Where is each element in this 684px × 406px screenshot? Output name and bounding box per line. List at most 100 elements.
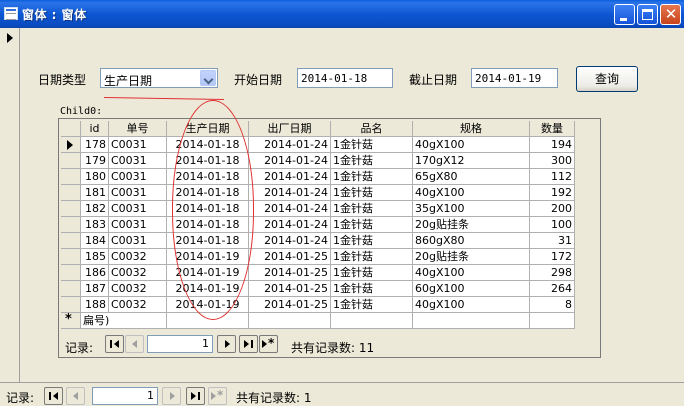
cell-product-name[interactable]: 1金针菇 bbox=[331, 265, 413, 281]
cell-order-no[interactable]: C0031 bbox=[109, 185, 167, 201]
cell-shipment-date[interactable]: 2014-01-25 bbox=[249, 265, 331, 281]
row-selector[interactable] bbox=[61, 297, 81, 313]
cell-quantity[interactable]: 172 bbox=[530, 249, 575, 265]
cell-quantity[interactable]: 264 bbox=[530, 281, 575, 297]
cell-order-no[interactable]: C0032 bbox=[109, 249, 167, 265]
cell-order-no[interactable]: C0031 bbox=[109, 169, 167, 185]
cell-quantity[interactable]: 8 bbox=[530, 297, 575, 313]
row-selector[interactable] bbox=[61, 185, 81, 201]
cell-empty[interactable] bbox=[413, 313, 530, 329]
cell-spec[interactable]: 20g贴挂条 bbox=[413, 217, 530, 233]
row-selector[interactable] bbox=[61, 169, 81, 185]
cell-empty[interactable] bbox=[530, 313, 575, 329]
previous-record-button[interactable] bbox=[125, 335, 144, 353]
column-header-order-no[interactable]: 单号 bbox=[109, 121, 167, 137]
cell-spec[interactable]: 20g贴挂条 bbox=[413, 249, 530, 265]
cell-shipment-date[interactable]: 2014-01-25 bbox=[249, 281, 331, 297]
subform-current-record-input[interactable]: 1 bbox=[147, 335, 213, 353]
row-selector[interactable] bbox=[61, 201, 81, 217]
cell-spec[interactable]: 40gX100 bbox=[413, 297, 530, 313]
cell-shipment-date[interactable]: 2014-01-24 bbox=[249, 233, 331, 249]
minimize-button[interactable] bbox=[614, 4, 635, 25]
column-header-quantity[interactable]: 数量 bbox=[530, 121, 575, 137]
cell-order-no[interactable]: C0031 bbox=[109, 137, 167, 153]
cell-empty[interactable] bbox=[331, 313, 413, 329]
cell-shipment-date[interactable]: 2014-01-24 bbox=[249, 217, 331, 233]
cell-order-no[interactable]: C0032 bbox=[109, 265, 167, 281]
next-record-button[interactable] bbox=[217, 335, 236, 353]
cell-shipment-date[interactable]: 2014-01-24 bbox=[249, 169, 331, 185]
row-selector[interactable] bbox=[61, 217, 81, 233]
corner-header[interactable] bbox=[61, 121, 81, 137]
chevron-down-icon[interactable] bbox=[200, 70, 216, 86]
cell-spec[interactable]: 40gX100 bbox=[413, 185, 530, 201]
cell-quantity[interactable]: 300 bbox=[530, 153, 575, 169]
column-header-spec[interactable]: 规格 bbox=[413, 121, 530, 137]
row-selector[interactable] bbox=[61, 265, 81, 281]
cell-order-no[interactable]: C0032 bbox=[109, 281, 167, 297]
cell-order-no[interactable]: C0031 bbox=[109, 153, 167, 169]
cell-spec[interactable]: 40gX100 bbox=[413, 265, 530, 281]
cell-quantity[interactable]: 100 bbox=[530, 217, 575, 233]
cell-quantity[interactable]: 194 bbox=[530, 137, 575, 153]
main-last-record-button[interactable] bbox=[186, 387, 205, 405]
cell-shipment-date[interactable]: 2014-01-25 bbox=[249, 249, 331, 265]
cell-product-name[interactable]: 1金针菇 bbox=[331, 201, 413, 217]
cell-spec[interactable]: 860gX80 bbox=[413, 233, 530, 249]
cell-quantity[interactable]: 298 bbox=[530, 265, 575, 281]
cell-shipment-date[interactable]: 2014-01-24 bbox=[249, 137, 331, 153]
query-button[interactable]: 查询 bbox=[576, 66, 638, 92]
cell-new-record[interactable]: 扁号) bbox=[81, 313, 167, 329]
cell-quantity[interactable]: 200 bbox=[530, 201, 575, 217]
first-record-button[interactable] bbox=[105, 335, 124, 353]
cell-id[interactable]: 178 bbox=[81, 137, 109, 153]
cell-product-name[interactable]: 1金针菇 bbox=[331, 217, 413, 233]
main-previous-record-button[interactable] bbox=[66, 387, 85, 405]
end-date-input[interactable]: 2014-01-19 bbox=[471, 68, 558, 88]
cell-order-no[interactable]: C0031 bbox=[109, 217, 167, 233]
cell-spec[interactable]: 35gX100 bbox=[413, 201, 530, 217]
new-record-selector[interactable]: * bbox=[61, 313, 81, 329]
cell-id[interactable]: 185 bbox=[81, 249, 109, 265]
column-header-product-name[interactable]: 品名 bbox=[331, 121, 413, 137]
main-new-record-button[interactable]: * bbox=[208, 387, 227, 405]
cell-product-name[interactable]: 1金针菇 bbox=[331, 185, 413, 201]
cell-order-no[interactable]: C0031 bbox=[109, 201, 167, 217]
row-selector[interactable] bbox=[61, 153, 81, 169]
main-next-record-button[interactable] bbox=[162, 387, 181, 405]
form-record-selector[interactable] bbox=[0, 28, 20, 382]
new-record-button[interactable]: * bbox=[259, 335, 278, 353]
cell-id[interactable]: 186 bbox=[81, 265, 109, 281]
cell-quantity[interactable]: 31 bbox=[530, 233, 575, 249]
cell-id[interactable]: 180 bbox=[81, 169, 109, 185]
form-window-icon[interactable] bbox=[4, 7, 18, 20]
close-button[interactable]: ✕ bbox=[660, 4, 681, 25]
row-selector[interactable] bbox=[61, 233, 81, 249]
cell-id[interactable]: 183 bbox=[81, 217, 109, 233]
row-selector[interactable] bbox=[61, 281, 81, 297]
cell-order-no[interactable]: C0031 bbox=[109, 233, 167, 249]
maximize-button[interactable] bbox=[637, 4, 658, 25]
date-type-combo[interactable]: 生产日期 bbox=[100, 68, 218, 88]
cell-id[interactable]: 182 bbox=[81, 201, 109, 217]
row-selector[interactable] bbox=[61, 137, 81, 153]
cell-product-name[interactable]: 1金针菇 bbox=[331, 137, 413, 153]
cell-spec[interactable]: 65gX80 bbox=[413, 169, 530, 185]
cell-id[interactable]: 188 bbox=[81, 297, 109, 313]
main-first-record-button[interactable] bbox=[44, 387, 63, 405]
cell-id[interactable]: 187 bbox=[81, 281, 109, 297]
cell-quantity[interactable]: 192 bbox=[530, 185, 575, 201]
cell-quantity[interactable]: 112 bbox=[530, 169, 575, 185]
cell-shipment-date[interactable]: 2014-01-24 bbox=[249, 185, 331, 201]
cell-spec[interactable]: 40gX100 bbox=[413, 137, 530, 153]
cell-shipment-date[interactable]: 2014-01-24 bbox=[249, 153, 331, 169]
cell-order-no[interactable]: C0032 bbox=[109, 297, 167, 313]
cell-shipment-date[interactable]: 2014-01-25 bbox=[249, 297, 331, 313]
column-header-shipment-date[interactable]: 出厂日期 bbox=[249, 121, 331, 137]
cell-product-name[interactable]: 1金针菇 bbox=[331, 233, 413, 249]
cell-product-name[interactable]: 1金针菇 bbox=[331, 281, 413, 297]
row-selector[interactable] bbox=[61, 249, 81, 265]
cell-product-name[interactable]: 1金针菇 bbox=[331, 249, 413, 265]
cell-empty[interactable] bbox=[249, 313, 331, 329]
cell-id[interactable]: 184 bbox=[81, 233, 109, 249]
